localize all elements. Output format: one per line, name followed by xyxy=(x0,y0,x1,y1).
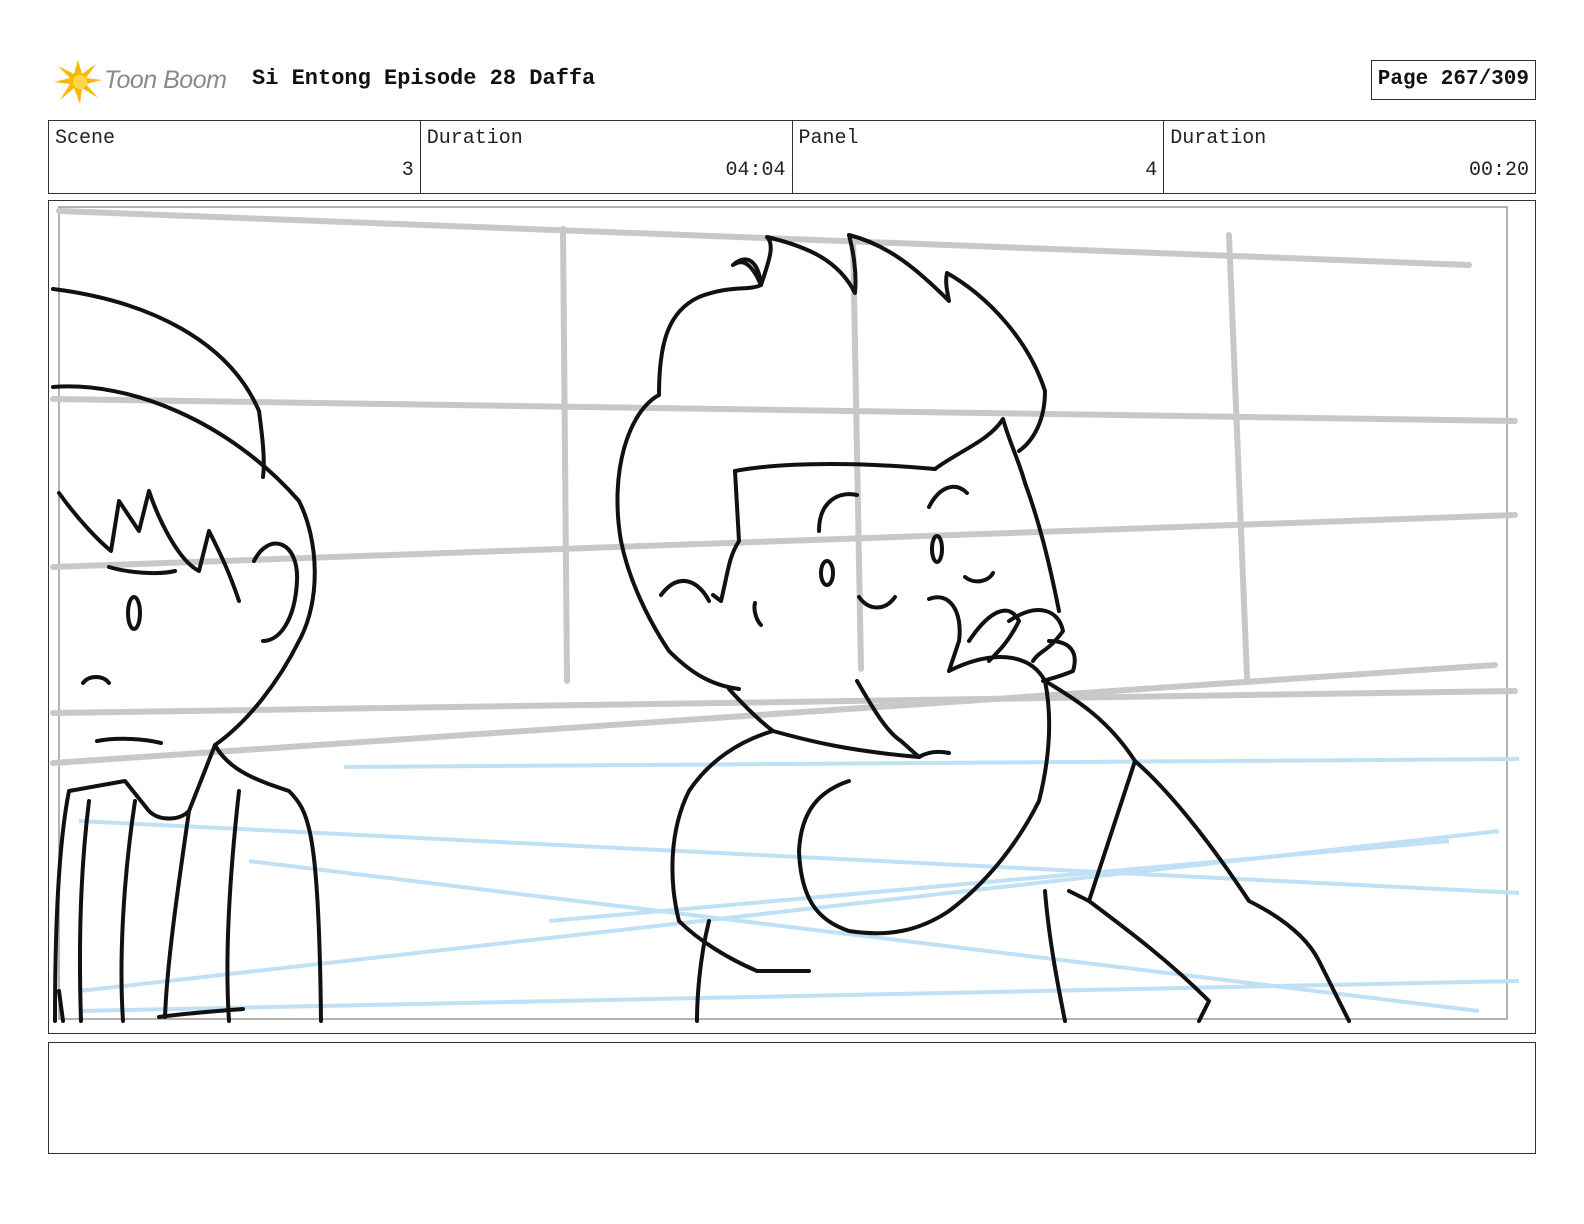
document-title: Si Entong Episode 28 Daffa xyxy=(252,66,596,91)
scene-cell: Scene 3 xyxy=(49,121,421,193)
scene-duration-cell: Duration 04:04 xyxy=(421,121,793,193)
panel-value: 4 xyxy=(1145,159,1158,182)
logo-text: Toon Boom xyxy=(104,66,227,94)
scene-duration-label: Duration xyxy=(426,127,523,150)
page-indicator: Page 267/309 xyxy=(1370,60,1536,100)
storyboard-panel xyxy=(48,200,1536,1034)
scene-info-row: Scene 3 Duration 04:04 Panel 4 Duration … xyxy=(48,120,1536,194)
scene-duration-value: 04:04 xyxy=(725,159,786,182)
caption-box xyxy=(48,1042,1536,1154)
toon-boom-logo: Toon Boom xyxy=(52,56,242,108)
panel-duration-cell: Duration 00:20 xyxy=(1164,121,1535,193)
page-header: Toon Boom Si Entong Episode 28 Daffa Pag… xyxy=(48,52,1536,112)
panel-cell: Panel 4 xyxy=(793,121,1165,193)
panel-duration-value: 00:20 xyxy=(1468,159,1529,182)
panel-label: Panel xyxy=(798,127,859,150)
right-character xyxy=(615,233,1351,1023)
background-grid xyxy=(50,208,1518,766)
safe-frame xyxy=(58,206,1508,1020)
panel-sketch xyxy=(50,206,1520,1023)
scene-value: 3 xyxy=(401,159,414,182)
panel-duration-label: Duration xyxy=(1170,127,1267,150)
scene-label: Scene xyxy=(55,127,116,150)
starburst-icon xyxy=(54,60,102,104)
